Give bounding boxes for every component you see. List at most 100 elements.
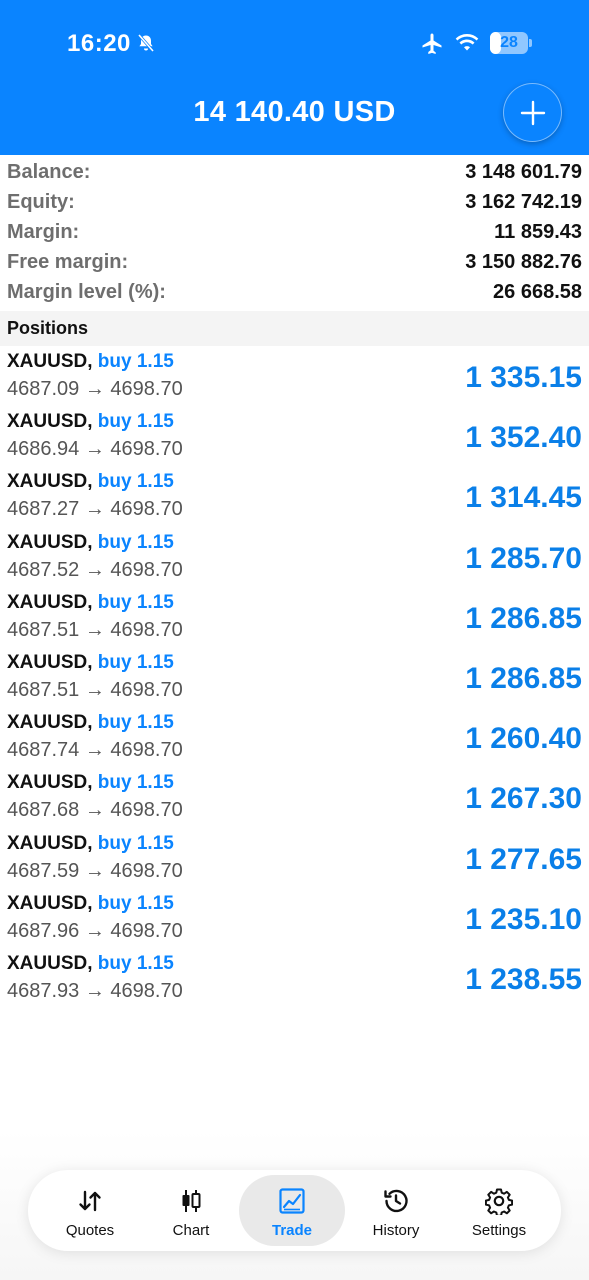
history-clock-icon (384, 1189, 408, 1213)
position-side: buy 1.15 (97, 411, 174, 433)
battery-indicator: 28 (490, 32, 532, 54)
position-profit: 1 267.30 (465, 782, 582, 816)
position-symbol-line: XAUUSD, buy 1.15 (7, 772, 174, 794)
tab-label: Settings (471, 1222, 527, 1239)
airplane-icon (422, 33, 442, 54)
summary-row-free-margin: Free margin: 3 150 882.76 (0, 248, 589, 278)
position-symbol-line: XAUUSD, buy 1.15 (7, 592, 174, 614)
position-prices: 4687.27 → 4698.70 (7, 498, 183, 521)
status-time: 16:20 (67, 30, 131, 57)
tab-label: Quotes (65, 1222, 115, 1239)
wifi-icon (455, 34, 479, 51)
position-side: buy 1.15 (97, 651, 174, 673)
position-profit: 1 335.15 (465, 361, 582, 394)
position-profit: 1 277.65 (465, 842, 582, 876)
position-side: buy 1.15 (97, 351, 174, 372)
position-profit: 1 314.45 (465, 481, 582, 515)
summary-value: 3 148 601.79 (465, 161, 582, 183)
position-prices: 4687.51 → 4698.70 (7, 618, 183, 641)
battery-level: 28 (500, 34, 518, 51)
tab-settings[interactable]: Settings (446, 1175, 552, 1246)
position-side: buy 1.15 (97, 892, 174, 914)
tab-label: History (372, 1222, 420, 1239)
candlestick-chart-icon (182, 1190, 201, 1212)
position-side: buy 1.15 (97, 712, 174, 734)
position-symbol-line: XAUUSD, buy 1.15 (7, 833, 174, 855)
position-symbol-line: XAUUSD, buy 1.15 (7, 351, 174, 373)
position-row[interactable]: XAUUSD, buy 1.15 4687.51 → 4698.70 1 286… (0, 587, 589, 647)
bell-muted-icon (137, 34, 155, 52)
position-row[interactable]: XAUUSD, buy 1.15 4687.52 → 4698.70 1 285… (0, 527, 589, 587)
plus-icon (520, 100, 545, 125)
position-row[interactable]: XAUUSD, buy 1.15 4687.51 → 4698.70 1 286… (0, 647, 589, 707)
summary-label: Free margin: (7, 251, 129, 273)
summary-row-margin-level: Margin level (%): 26 668.58 (0, 278, 589, 308)
position-side: buy 1.15 (97, 772, 174, 794)
position-symbol: XAUUSD, (7, 591, 93, 613)
account-summary: Balance: 3 148 601.79 Equity: 3 162 742.… (0, 158, 589, 308)
position-profit: 1 260.40 (465, 722, 582, 756)
position-symbol: XAUUSD, (7, 892, 93, 914)
tab-label: Chart (172, 1222, 210, 1239)
position-row[interactable]: XAUUSD, buy 1.15 4687.59 → 4698.70 1 277… (0, 828, 589, 888)
position-symbol: XAUUSD, (7, 531, 93, 553)
position-symbol-line: XAUUSD, buy 1.15 (7, 411, 174, 433)
position-side: buy 1.15 (97, 832, 174, 854)
position-row[interactable]: XAUUSD, buy 1.15 4687.68 → 4698.70 1 267… (0, 767, 589, 827)
tab-history[interactable]: History (343, 1175, 449, 1246)
positions-title: Positions (7, 318, 89, 338)
position-symbol-line: XAUUSD, buy 1.15 (7, 471, 174, 493)
position-symbol: XAUUSD, (7, 712, 93, 734)
position-side: buy 1.15 (97, 591, 174, 613)
position-prices: 4687.68 → 4698.70 (7, 799, 183, 822)
tab-chart[interactable]: Chart (138, 1175, 244, 1246)
tab-quotes[interactable]: Quotes (37, 1175, 143, 1246)
summary-row-balance: Balance: 3 148 601.79 (0, 158, 589, 188)
new-order-button[interactable] (503, 83, 562, 142)
position-prices: 4687.51 → 4698.70 (7, 678, 183, 701)
position-profit: 1 286.85 (465, 601, 582, 635)
positions-list: XAUUSD, buy 1.15 4687.09 → 4698.70 1 335… (0, 346, 589, 1008)
position-row[interactable]: XAUUSD, buy 1.15 4687.93 → 4698.70 1 238… (0, 948, 589, 1008)
position-prices: 4687.96 → 4698.70 (7, 919, 183, 942)
position-row[interactable]: XAUUSD, buy 1.15 4687.74 → 4698.70 1 260… (0, 707, 589, 767)
position-side: buy 1.15 (97, 952, 174, 974)
summary-label: Balance: (7, 161, 91, 183)
summary-value: 26 668.58 (493, 281, 582, 303)
position-profit: 1 352.40 (465, 421, 582, 455)
position-symbol: XAUUSD, (7, 832, 93, 854)
position-prices: 4687.74 → 4698.70 (7, 739, 183, 762)
position-symbol-line: XAUUSD, buy 1.15 (7, 532, 174, 554)
summary-value: 3 150 882.76 (465, 251, 582, 273)
account-profit-title: 14 140.40 USD (193, 96, 396, 128)
position-prices: 4687.59 → 4698.70 (7, 859, 183, 882)
position-row[interactable]: XAUUSD, buy 1.15 4687.09 → 4698.70 1 335… (0, 346, 589, 406)
app-header: 16:20 28 14 140.40 USD (0, 0, 589, 155)
position-symbol: XAUUSD, (7, 952, 93, 974)
position-profit: 1 286.85 (465, 661, 582, 695)
summary-value: 11 859.43 (494, 221, 582, 243)
position-symbol: XAUUSD, (7, 651, 93, 673)
position-symbol: XAUUSD, (7, 471, 93, 493)
position-prices: 4687.09 → 4698.70 (7, 378, 183, 400)
trade-chart-icon (279, 1188, 305, 1214)
status-bar: 16:20 28 (0, 0, 589, 88)
position-profit: 1 235.10 (465, 902, 582, 936)
position-symbol-line: XAUUSD, buy 1.15 (7, 712, 174, 734)
position-row[interactable]: XAUUSD, buy 1.15 4686.94 → 4698.70 1 352… (0, 406, 589, 466)
position-side: buy 1.15 (97, 531, 174, 553)
position-row[interactable]: XAUUSD, buy 1.15 4687.96 → 4698.70 1 235… (0, 888, 589, 948)
tab-label: Trade (271, 1222, 313, 1239)
summary-label: Margin: (7, 221, 80, 243)
position-profit: 1 238.55 (465, 962, 582, 996)
summary-row-equity: Equity: 3 162 742.19 (0, 188, 589, 218)
position-side: buy 1.15 (97, 471, 174, 493)
position-symbol-line: XAUUSD, buy 1.15 (7, 652, 174, 674)
position-prices: 4687.93 → 4698.70 (7, 979, 183, 1002)
summary-row-margin: Margin: 11 859.43 (0, 218, 589, 248)
summary-value: 3 162 742.19 (465, 191, 582, 213)
position-row[interactable]: XAUUSD, buy 1.15 4687.27 → 4698.70 1 314… (0, 466, 589, 526)
tab-trade[interactable]: Trade (239, 1175, 345, 1246)
bottom-tab-bar: Quotes Chart Trade History Settings (28, 1170, 561, 1251)
position-symbol-line: XAUUSD, buy 1.15 (7, 893, 174, 915)
